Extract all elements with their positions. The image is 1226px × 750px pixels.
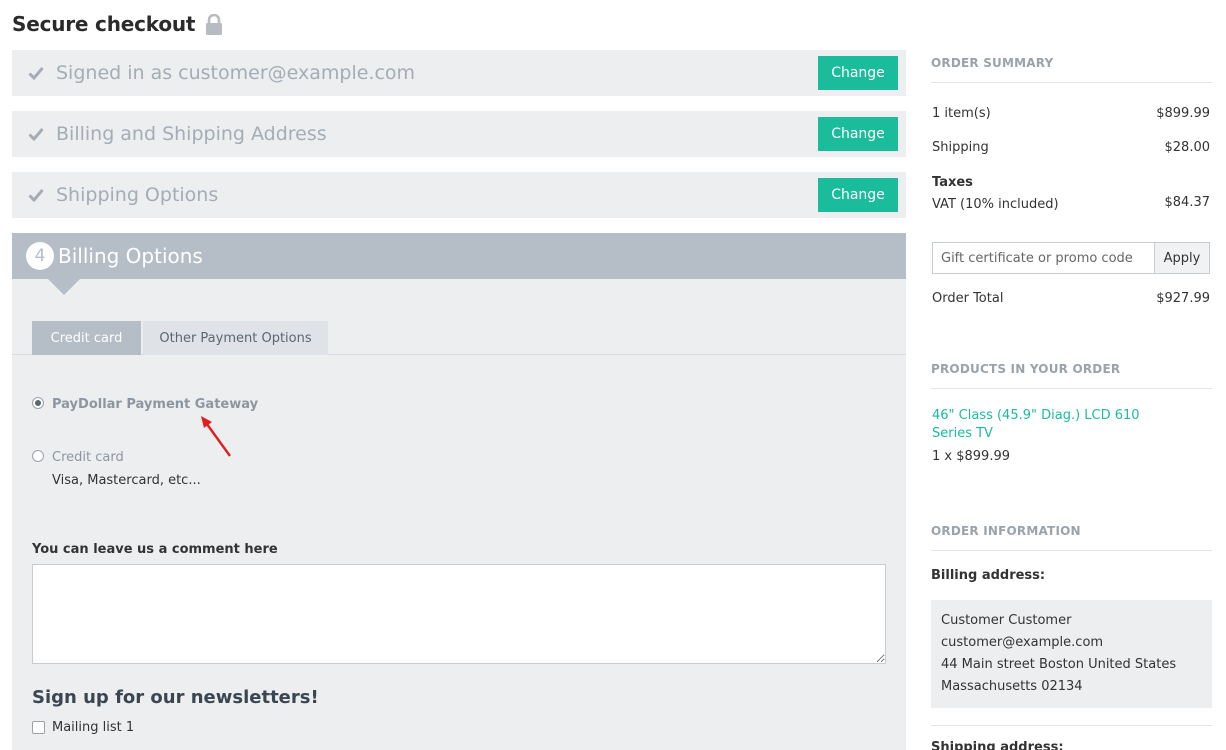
order-summary-title: ORDER SUMMARY <box>931 56 1212 83</box>
billing-options-title: Billing Options <box>58 244 203 268</box>
step-title: Signed in as customer@example.com <box>56 62 416 84</box>
summary-items-row: 1 item(s) $899.99 <box>932 106 1210 121</box>
paydollar-label[interactable]: PayDollar Payment Gateway <box>52 397 258 412</box>
page-title-text: Secure checkout <box>12 12 196 36</box>
check-icon <box>28 127 46 141</box>
summary-vat-row: VAT (10% included) $84.37 <box>932 195 1211 212</box>
check-icon <box>28 188 46 202</box>
vat-value: $84.37 <box>1164 195 1211 210</box>
shipping-value: $28.00 <box>1164 140 1211 155</box>
billing-address-line: customer@example.com <box>941 635 1104 650</box>
annotation-arrow-icon <box>201 416 231 457</box>
change-address-button[interactable]: Change <box>818 117 898 151</box>
credit-card-option-label[interactable]: Credit card <box>52 450 124 465</box>
comment-label: You can leave us a comment here <box>32 542 278 557</box>
divider <box>931 725 1212 726</box>
order-total-label: Order Total <box>932 291 1004 306</box>
change-shipping-button[interactable]: Change <box>818 178 898 212</box>
promo-form: Apply <box>932 242 1210 274</box>
promo-code-input[interactable] <box>932 242 1154 274</box>
page-title: Secure checkout <box>12 12 223 36</box>
step-title: Billing and Shipping Address <box>56 123 327 145</box>
step-shipping-options: Shipping Options Change <box>12 172 906 218</box>
caret-down-icon <box>48 279 80 295</box>
product-link[interactable]: 46" Class (45.9" Diag.) LCD 610 Series T… <box>932 407 1172 443</box>
step-title: Shipping Options <box>56 184 219 206</box>
step-number-badge: 4 <box>26 242 54 270</box>
shipping-address-label: Shipping address: <box>931 740 1064 750</box>
vat-label: VAT (10% included) <box>932 197 1059 212</box>
tab-other-payment-options[interactable]: Other Payment Options <box>143 321 328 355</box>
step-signed-in: Signed in as customer@example.com Change <box>12 50 906 96</box>
items-value: $899.99 <box>1156 106 1210 121</box>
billing-address-label: Billing address: <box>931 568 1046 583</box>
order-information-title: ORDER INFORMATION <box>931 524 1212 551</box>
billing-address-line: Customer Customer <box>941 613 1072 628</box>
summary-shipping-row: Shipping $28.00 <box>932 140 1210 155</box>
mailing-list-label[interactable]: Mailing list 1 <box>52 720 134 735</box>
shipping-label: Shipping <box>932 140 989 155</box>
credit-card-radio[interactable] <box>32 450 44 462</box>
step-billing-shipping-address: Billing and Shipping Address Change <box>12 111 906 157</box>
billing-options-panel: 4 Billing Options Credit card Other Paym… <box>12 233 906 750</box>
check-icon <box>28 66 46 80</box>
change-signin-button[interactable]: Change <box>818 56 898 90</box>
comment-textarea[interactable] <box>32 564 886 664</box>
lock-icon <box>205 13 223 36</box>
product-qty-price: 1 x $899.99 <box>932 449 1010 464</box>
billing-options-header: 4 Billing Options <box>12 233 906 295</box>
tab-credit-card[interactable]: Credit card <box>32 321 141 355</box>
newsletter-title: Sign up for our newsletters! <box>32 687 319 708</box>
apply-button[interactable]: Apply <box>1154 242 1210 274</box>
mailing-list-checkbox[interactable] <box>32 721 45 734</box>
items-label: 1 item(s) <box>932 106 991 121</box>
order-total-value: $927.99 <box>1156 291 1210 306</box>
billing-address-line: Massachusetts 02134 <box>941 679 1083 694</box>
products-title: PRODUCTS IN YOUR ORDER <box>931 362 1212 389</box>
payment-tabs: Credit card Other Payment Options <box>12 321 906 355</box>
billing-address-line: 44 Main street Boston United States <box>941 657 1177 672</box>
order-sidebar: ORDER SUMMARY 1 item(s) $899.99 Shipping… <box>931 0 1212 750</box>
billing-address-box: Customer Customer customer@example.com 4… <box>931 600 1212 708</box>
summary-total-row: Order Total $927.99 <box>932 291 1210 306</box>
paydollar-radio[interactable] <box>32 397 44 409</box>
credit-card-option-description: Visa, Mastercard, etc... <box>52 473 201 488</box>
taxes-label: Taxes <box>932 175 973 190</box>
